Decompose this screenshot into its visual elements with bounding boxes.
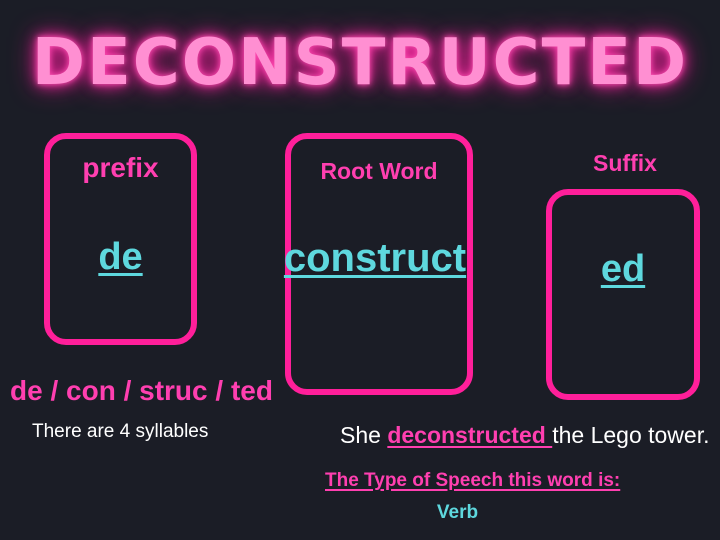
syllable-breakdown: de / con / struc / ted <box>10 375 273 406</box>
prefix-label: prefix <box>82 152 159 183</box>
suffix-value[interactable]: ed <box>546 248 700 291</box>
root-word-label: Root Word <box>320 158 438 184</box>
sentence-end: the Lego tower. <box>552 422 710 448</box>
sentence-highlight-link[interactable]: deconstructed <box>387 422 552 448</box>
syllable-count: There are 4 syllables <box>32 421 209 442</box>
suffix-box <box>546 189 700 400</box>
suffix-label: Suffix <box>593 150 657 176</box>
page-title: DECONSTRUCTED <box>31 26 689 100</box>
root-word-value[interactable]: construct <box>270 236 480 281</box>
part-of-speech-question: The Type of Speech this word is: <box>325 470 621 491</box>
sentence-start: She <box>340 422 388 448</box>
part-of-speech-answer: Verb <box>436 502 479 523</box>
prefix-value[interactable]: de <box>44 236 197 279</box>
example-sentence: She deconstructed the Lego tower. <box>340 422 710 449</box>
